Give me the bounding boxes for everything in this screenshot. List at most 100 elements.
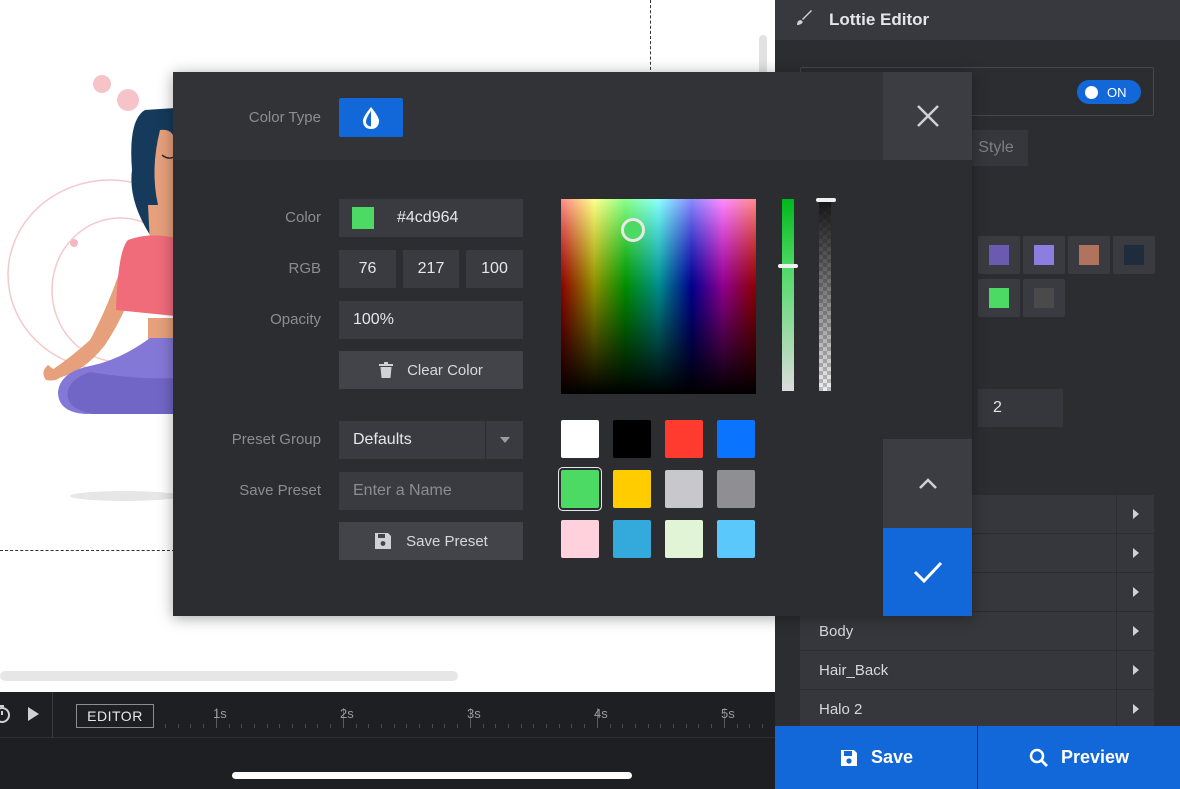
timeline-ruler[interactable]: 1s 2s 3s 4s 5s [165,706,765,728]
ruler-tick [698,724,700,728]
hex-value: #4cd964 [397,209,459,226]
sidebar-header: Lottie Editor [775,0,1180,40]
sidebar-swatch[interactable] [1068,236,1110,274]
rgb-label: RGB [288,260,321,277]
editor-mode-tag[interactable]: EDITOR [76,704,154,728]
close-button[interactable] [883,72,972,160]
alpha-slider[interactable] [819,199,831,391]
preset-group-select[interactable]: Defaults [339,421,523,459]
color-cursor[interactable] [621,218,645,242]
ruler-tick-label: 2s [340,706,354,721]
preset-group-label: Preset Group [231,431,321,448]
color-label: Color [285,209,321,226]
ruler-tick [495,724,497,728]
preview-button[interactable]: Preview [977,726,1180,789]
clear-color-button[interactable]: Clear Color [339,351,523,389]
sidebar-swatch[interactable] [1113,236,1155,274]
save-preset-button[interactable]: Save Preset [339,522,523,560]
tab-style[interactable]: Style [964,130,1028,166]
confirm-button[interactable] [883,528,972,616]
preset-swatch[interactable] [717,470,755,508]
check-icon [913,561,942,583]
chevron-right-icon[interactable] [1116,612,1154,650]
preset-swatch[interactable] [665,470,703,508]
layer-row-halo-2[interactable]: Halo 2 [800,690,1154,728]
layer-row-body[interactable]: Body [800,612,1154,650]
selection-guide-vertical [650,0,651,75]
green-field[interactable]: 217 [403,250,459,288]
alpha-slider-handle[interactable] [816,198,836,202]
preset-name-input[interactable] [339,472,523,510]
hue-slider[interactable] [782,199,794,391]
red-field[interactable]: 76 [339,250,396,288]
sidebar-swatch[interactable] [1023,236,1065,274]
ruler-tick [482,724,484,728]
saturation-brightness-area[interactable] [561,199,756,394]
preset-swatch[interactable] [717,420,755,458]
ruler-tick [685,724,687,728]
preset-swatch[interactable] [717,520,755,558]
ruler-tick [279,724,281,728]
toggle-knob [1085,85,1098,99]
chevron-right-icon[interactable] [1116,651,1154,689]
color-picker-dialog: Color Type Color #4cd964 RGB 76 217 100 … [173,72,972,616]
preset-swatch[interactable] [665,420,703,458]
ruler-tick [609,724,611,728]
opacity-field[interactable]: 100% [339,301,523,339]
ruler-tick [317,724,319,728]
ruler-tick [622,724,624,728]
ruler-tick [761,724,763,728]
preview-label: Preview [1060,747,1130,767]
clear-color-label: Clear Color [407,361,483,379]
ruler-tick [457,724,459,728]
ruler-tick-label: 5s [721,706,735,721]
preset-swatch[interactable] [613,420,651,458]
save-button[interactable]: Save [775,726,977,789]
preset-swatch[interactable] [613,520,651,558]
sidebar-swatch[interactable] [978,279,1020,317]
ruler-tick [292,724,293,728]
preset-swatch[interactable] [613,470,651,508]
sidebar-swatch[interactable] [1023,279,1065,317]
stage-horizontal-scrollbar[interactable] [0,671,458,681]
ruler-tick [393,724,395,728]
ruler-tick-label: 1s [213,706,227,721]
collapse-button[interactable] [883,439,972,528]
ruler-tick [736,724,738,728]
layer-row-hair-back[interactable]: Hair_Back [800,651,1154,689]
ruler-tick [368,724,370,728]
hue-slider-handle[interactable] [778,264,798,268]
chevron-right-icon[interactable] [1116,495,1154,533]
toggle-label: ON [1107,84,1127,100]
ruler-tick [406,724,408,728]
chevron-down-icon [485,421,523,459]
chevron-right-icon[interactable] [1116,573,1154,611]
color-type-solid-button[interactable] [339,98,403,137]
ruler-tick [571,724,573,728]
stopwatch-icon[interactable] [0,704,12,724]
preset-swatch[interactable] [665,520,703,558]
stage-vertical-scrollbar[interactable] [759,35,767,75]
sidebar-swatch[interactable] [978,236,1020,274]
stroke-width-field[interactable]: 2 [978,389,1063,427]
ruler-tick [253,724,255,728]
save-label: Save [870,747,914,767]
blue-field[interactable]: 100 [466,250,523,288]
search-icon [1029,748,1048,767]
preset-group-value: Defaults [353,431,412,448]
chevron-right-icon[interactable] [1116,534,1154,572]
hex-field[interactable]: #4cd964 [339,199,523,237]
ruler-tick [419,724,420,728]
enable-toggle[interactable]: ON [1077,80,1141,104]
preset-swatch[interactable] [561,470,599,508]
ruler-tick [558,724,560,728]
preset-swatch[interactable] [561,420,599,458]
timeline-separator [52,692,53,738]
ruler-tick-label: 4s [594,706,608,721]
ruler-tick [190,724,192,728]
ruler-tick [711,724,713,728]
play-icon[interactable] [23,704,43,724]
save-preset-label: Save Preset [239,482,321,499]
preset-swatch[interactable] [561,520,599,558]
chevron-right-icon[interactable] [1116,690,1154,728]
